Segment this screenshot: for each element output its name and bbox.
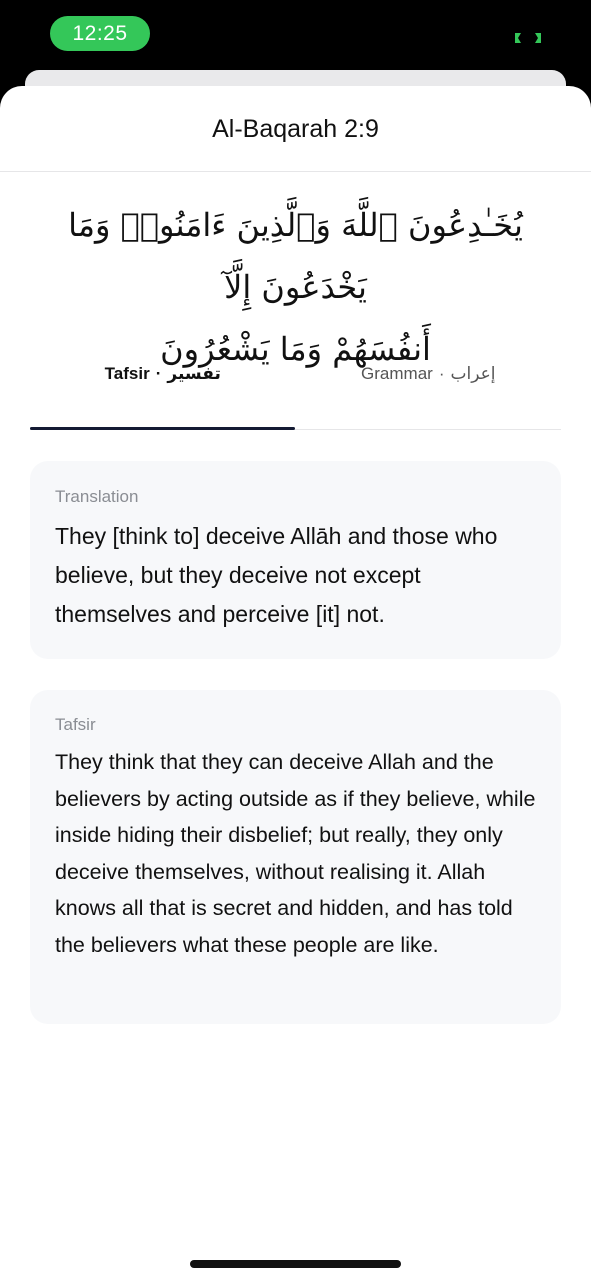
home-indicator[interactable] [190, 1260, 401, 1268]
tab-tafsir-label-ar: تفسير [167, 364, 221, 384]
sheet-header: Al-Baqarah 2:9 [0, 86, 591, 172]
active-tab-indicator [30, 427, 295, 430]
translation-label: Translation [55, 487, 139, 506]
tab-grammar-separator: · [438, 364, 445, 383]
translation-card: Translation They [think to] deceive Allā… [30, 461, 561, 659]
status-bar: 12:25 [0, 0, 591, 70]
verse-detail-sheet: Al-Baqarah 2:9 يُخَـٰدِعُونَ ٱللَّهَ وَٱ… [0, 86, 591, 1280]
page-title: Al-Baqarah 2:9 [212, 115, 379, 143]
status-time[interactable]: 12:25 [50, 16, 150, 51]
tab-grammar[interactable]: Grammar · إعراب [296, 352, 562, 429]
tab-grammar-label-en: Grammar [361, 364, 433, 383]
tab-grammar-label-ar: إعراب [450, 364, 496, 384]
arabic-verse-line-1: يُخَـٰدِعُونَ ٱللَّهَ وَٱلَّذِينَ ءَامَن… [68, 206, 523, 306]
tafsir-card: Tafsir They think that they can deceive … [30, 690, 561, 1024]
tab-bar: Tafsir · تفسير Grammar · إعراب [30, 352, 561, 430]
tab-tafsir[interactable]: Tafsir · تفسير [30, 352, 296, 429]
tab-tafsir-separator: · [155, 364, 162, 383]
translation-text: They [think to] deceive Allāh and those … [55, 523, 498, 627]
tafsir-text: They think that they can deceive Allah a… [55, 750, 536, 957]
screen-mirroring-icon [515, 33, 541, 43]
tafsir-label: Tafsir [55, 715, 96, 734]
tab-tafsir-label-en: Tafsir [104, 364, 150, 383]
arabic-verse: يُخَـٰدِعُونَ ٱللَّهَ وَٱلَّذِينَ ءَامَن… [0, 172, 591, 368]
